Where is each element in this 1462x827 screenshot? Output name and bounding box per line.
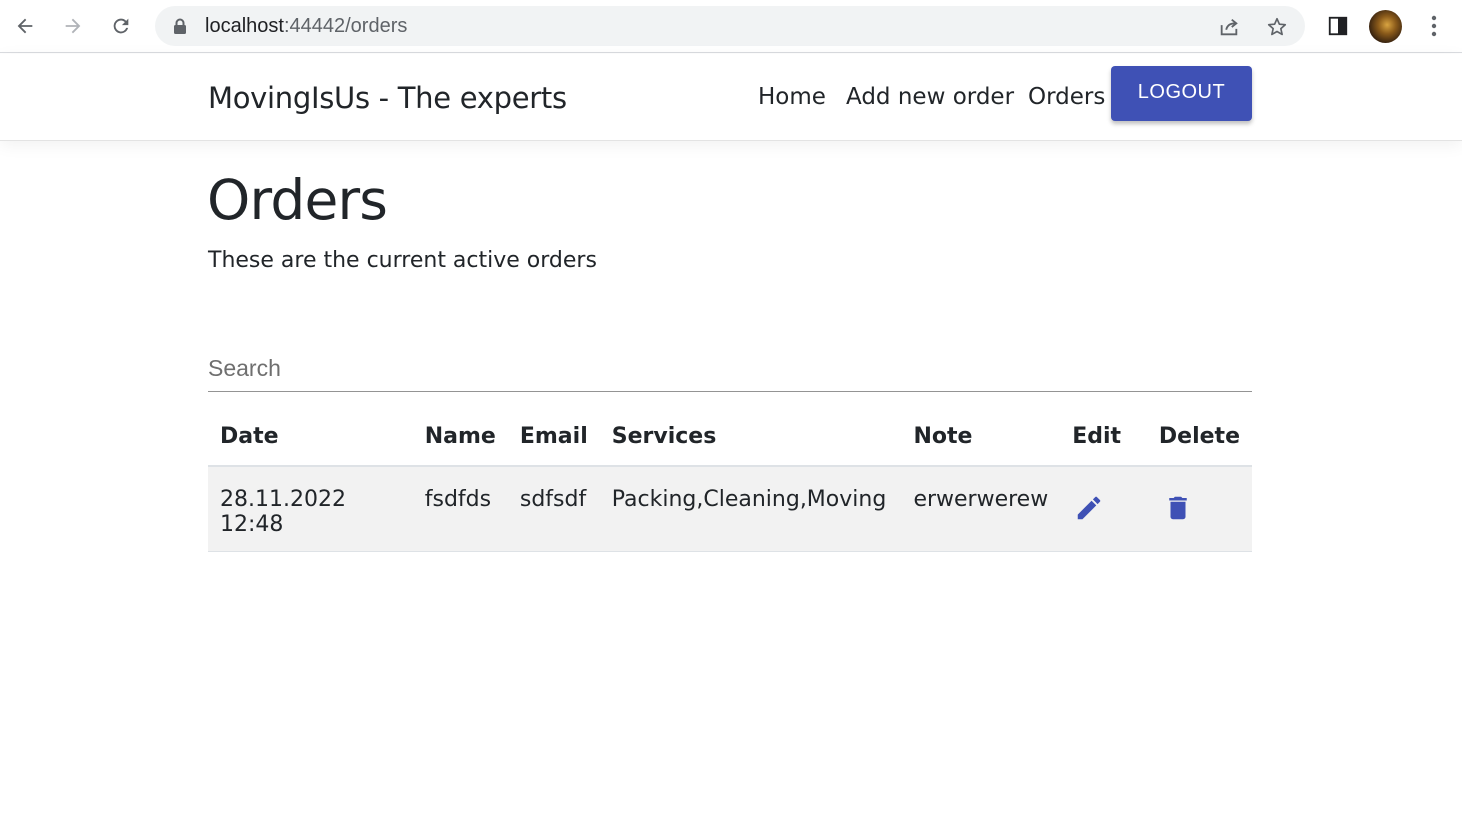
- cell-date: 28.11.2022 12:48: [208, 466, 413, 552]
- address-bar[interactable]: localhost:44442/orders: [155, 6, 1305, 46]
- brand-title[interactable]: MovingIsUs - The experts: [208, 81, 567, 115]
- header-delete: Delete: [1146, 408, 1252, 467]
- share-icon[interactable]: [1217, 15, 1241, 39]
- page-title: Orders: [207, 168, 388, 232]
- header-edit: Edit: [1060, 408, 1147, 467]
- orders-table-container: Date Name Email Services Note Edit Delet…: [208, 408, 1252, 552]
- logout-button[interactable]: LOGOUT: [1111, 66, 1252, 121]
- search-input[interactable]: [208, 346, 1252, 392]
- header-date: Date: [208, 408, 413, 467]
- header-services: Services: [599, 408, 902, 467]
- trash-icon[interactable]: [1163, 493, 1193, 529]
- reload-icon[interactable]: [108, 13, 134, 39]
- app-navbar: MovingIsUs - The experts Home Add new or…: [0, 54, 1462, 141]
- forward-arrow-icon[interactable]: [60, 13, 86, 39]
- table-header-row: Date Name Email Services Note Edit Delet…: [208, 408, 1252, 467]
- side-panel-icon[interactable]: [1325, 13, 1351, 39]
- url-host: localhost: [205, 15, 284, 37]
- lock-icon[interactable]: [173, 18, 187, 40]
- cell-name: fsdfds: [412, 466, 508, 552]
- cell-edit: [1060, 466, 1147, 552]
- header-email: Email: [507, 408, 600, 467]
- header-note: Note: [901, 408, 1061, 467]
- page-subtitle: These are the current active orders: [208, 248, 597, 273]
- cell-delete: [1146, 466, 1252, 552]
- url-path: :44442/orders: [283, 15, 408, 37]
- pencil-icon[interactable]: [1074, 493, 1104, 529]
- table-row: 28.11.2022 12:48 fsdfds sdfsdf Packing,C…: [208, 466, 1252, 552]
- avatar[interactable]: [1369, 10, 1402, 43]
- cell-note: erwerwerew: [901, 466, 1061, 552]
- nav-link-orders[interactable]: Orders: [1028, 84, 1105, 110]
- header-name: Name: [412, 408, 508, 467]
- kebab-menu-icon[interactable]: [1421, 13, 1447, 39]
- url-text[interactable]: localhost:44442/orders: [205, 15, 407, 38]
- cell-services: Packing,Cleaning,Moving: [599, 466, 902, 552]
- orders-table: Date Name Email Services Note Edit Delet…: [208, 408, 1252, 552]
- nav-link-home[interactable]: Home: [758, 84, 826, 110]
- star-icon[interactable]: [1265, 15, 1289, 39]
- browser-toolbar: localhost:44442/orders: [0, 0, 1462, 53]
- cell-email: sdfsdf: [507, 466, 600, 552]
- back-arrow-icon[interactable]: [12, 13, 38, 39]
- nav-link-add-new-order[interactable]: Add new order: [846, 84, 1014, 110]
